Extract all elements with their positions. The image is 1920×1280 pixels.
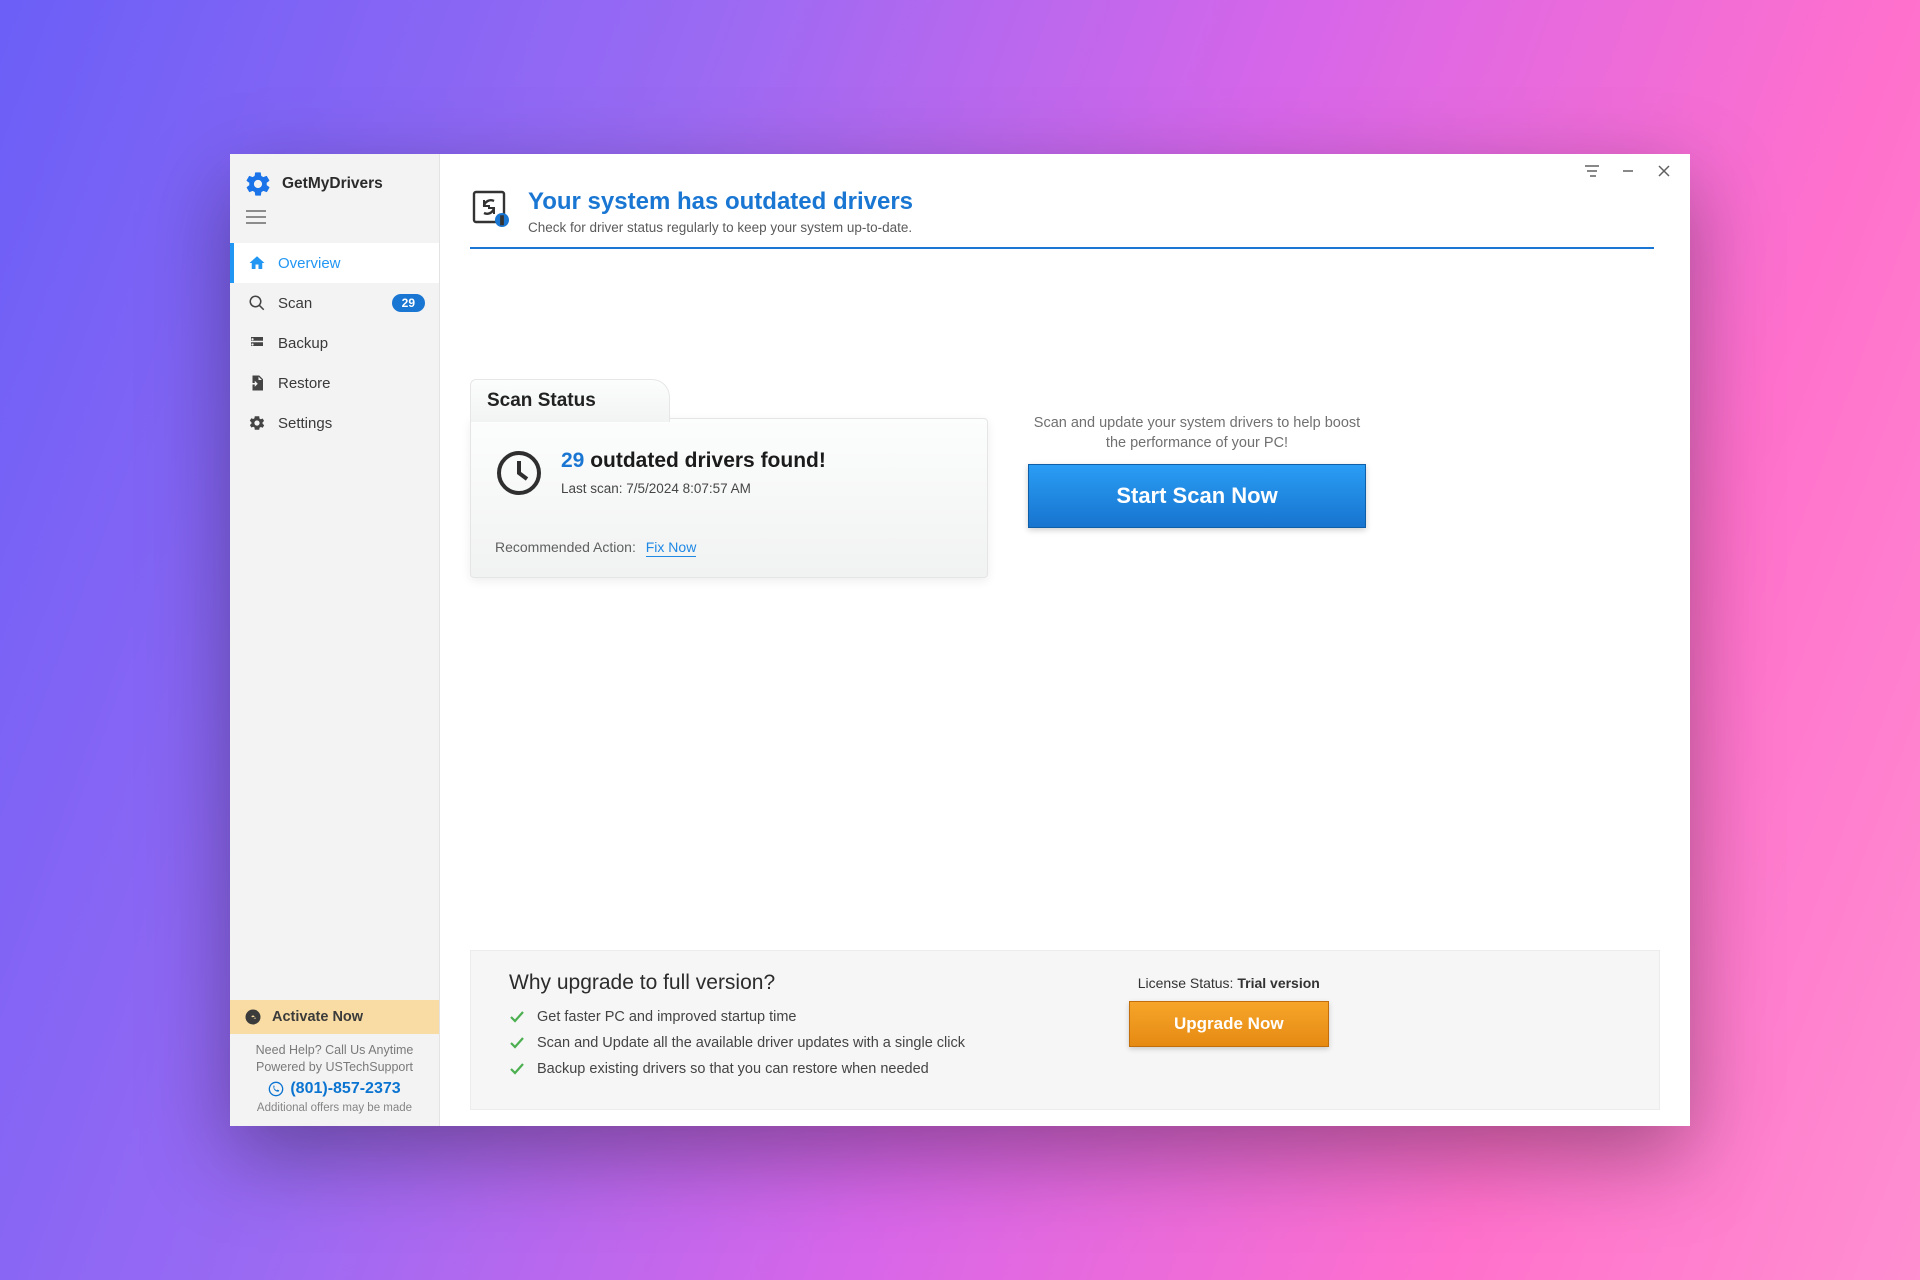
help-line-1: Need Help? Call Us Anytime — [236, 1042, 433, 1059]
app-logo-icon — [244, 170, 272, 198]
nav-item-overview[interactable]: Overview — [230, 243, 439, 283]
window-titlebar — [440, 154, 1690, 182]
recommended-action-row: Recommended Action: Fix Now — [495, 539, 963, 555]
scan-headline: 29 outdated drivers found! — [561, 449, 826, 473]
svg-text:i: i — [501, 216, 504, 227]
benefit-item: Scan and Update all the available driver… — [509, 1035, 1069, 1051]
header-block: i Your system has outdated drivers Check… — [440, 182, 1690, 247]
phone-number-link[interactable]: (801)-857-2373 — [290, 1080, 400, 1098]
upgrade-now-button[interactable]: Upgrade Now — [1129, 1001, 1329, 1047]
license-label: License Status: — [1138, 975, 1238, 991]
content-area: Scan Status 29 outdated drivers found! L… — [440, 249, 1690, 950]
benefit-item: Backup existing drivers so that you can … — [509, 1061, 1069, 1077]
nav-label: Overview — [278, 255, 341, 272]
scan-cta: Scan and update your system drivers to h… — [1028, 413, 1366, 528]
benefit-text: Backup existing drivers so that you can … — [537, 1061, 929, 1077]
outdated-count: 29 — [561, 449, 584, 472]
gear-icon — [248, 414, 266, 432]
check-icon — [509, 1009, 525, 1025]
benefit-text: Get faster PC and improved startup time — [537, 1009, 797, 1025]
header-subtitle: Check for driver status regularly to kee… — [528, 220, 913, 235]
upgrade-title: Why upgrade to full version? — [509, 971, 1069, 995]
benefit-item: Get faster PC and improved startup time — [509, 1009, 1069, 1025]
driver-status-icon: i — [470, 188, 510, 228]
home-icon — [248, 254, 266, 272]
license-status: License Status: Trial version — [1129, 975, 1329, 991]
nav-label: Restore — [278, 375, 331, 392]
nav-label: Backup — [278, 335, 328, 352]
nav-item-restore[interactable]: Restore — [230, 363, 439, 403]
help-line-2: Powered by USTechSupport — [236, 1059, 433, 1076]
last-scan-time: Last scan: 7/5/2024 8:07:57 AM — [561, 481, 826, 496]
clock-icon — [495, 449, 543, 497]
app-title: GetMyDrivers — [282, 175, 383, 193]
scan-status-tab: Scan Status — [470, 379, 670, 422]
nav-label: Settings — [278, 415, 332, 432]
sidebar: GetMyDrivers Overview Scan 29 Backup Res… — [230, 154, 440, 1126]
main-content: i Your system has outdated drivers Check… — [440, 154, 1690, 1126]
check-icon — [509, 1035, 525, 1051]
key-icon — [244, 1008, 262, 1026]
license-value: Trial version — [1237, 975, 1319, 991]
fix-now-link[interactable]: Fix Now — [646, 539, 697, 557]
backup-icon — [248, 334, 266, 352]
nav: Overview Scan 29 Backup Restore Settings — [230, 243, 439, 443]
restore-icon — [248, 374, 266, 392]
upgrade-panel: Why upgrade to full version? Get faster … — [470, 950, 1660, 1110]
search-icon — [248, 294, 266, 312]
activate-label: Activate Now — [272, 1009, 363, 1025]
offers-disclaimer: Additional offers may be made — [236, 1102, 433, 1114]
help-block: Need Help? Call Us Anytime Powered by US… — [230, 1034, 439, 1126]
recommended-label: Recommended Action: — [495, 539, 636, 555]
minimize-button[interactable] — [1620, 164, 1636, 182]
options-menu-icon[interactable] — [1584, 164, 1600, 182]
activate-now-button[interactable]: Activate Now — [230, 1000, 439, 1034]
phone-row[interactable]: (801)-857-2373 — [236, 1080, 433, 1098]
sidebar-header: GetMyDrivers — [230, 154, 439, 210]
nav-item-backup[interactable]: Backup — [230, 323, 439, 363]
nav-item-settings[interactable]: Settings — [230, 403, 439, 443]
nav-item-scan[interactable]: Scan 29 — [230, 283, 439, 323]
check-icon — [509, 1061, 525, 1077]
scan-status-card: Scan Status 29 outdated drivers found! L… — [470, 419, 988, 578]
app-window: GetMyDrivers Overview Scan 29 Backup Res… — [230, 154, 1690, 1126]
header-title: Your system has outdated drivers — [528, 188, 913, 216]
nav-label: Scan — [278, 295, 312, 312]
close-button[interactable] — [1656, 164, 1672, 182]
scan-cta-text: Scan and update your system drivers to h… — [1028, 413, 1366, 454]
menu-toggle-button[interactable] — [230, 210, 280, 243]
phone-icon — [268, 1081, 284, 1097]
start-scan-button[interactable]: Start Scan Now — [1028, 464, 1366, 528]
scan-count-badge: 29 — [392, 294, 425, 312]
scan-headline-text: outdated drivers found! — [584, 449, 826, 472]
benefit-text: Scan and Update all the available driver… — [537, 1035, 965, 1051]
